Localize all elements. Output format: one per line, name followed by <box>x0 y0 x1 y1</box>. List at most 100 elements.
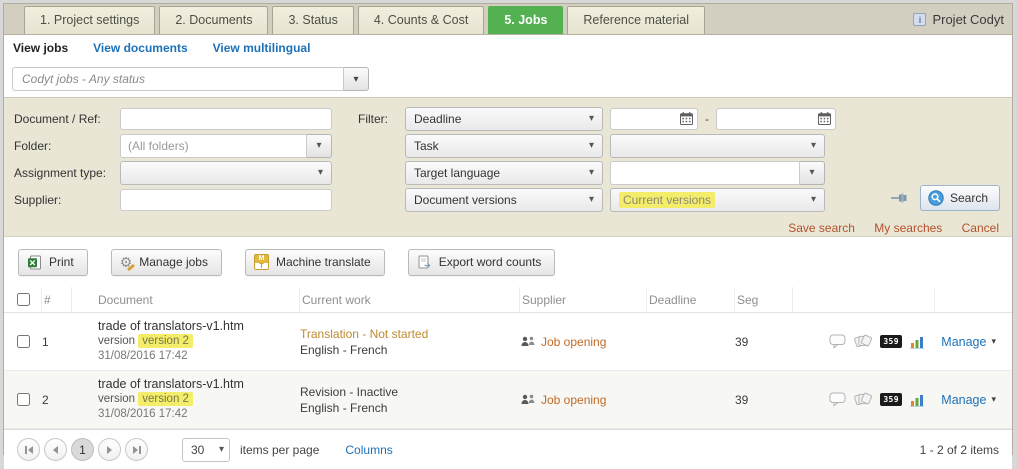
chevron-down-icon: ▾ <box>316 140 321 151</box>
comment-bubble-icon[interactable] <box>829 334 846 349</box>
header-seg: Seg <box>735 287 793 312</box>
statistics-bar-chart-icon[interactable] <box>910 393 925 407</box>
folder-label: Folder: <box>14 139 120 153</box>
filter-type-select-document-versions[interactable]: Document versions ▾ <box>405 188 603 212</box>
calendar-icon[interactable] <box>680 112 693 125</box>
work-status: Revision - Inactive <box>300 384 520 400</box>
tab-project-settings[interactable]: 1. Project settings <box>24 6 155 34</box>
chevron-down-icon: ▾ <box>219 444 224 455</box>
word-count-badge[interactable]: 359 <box>880 393 902 406</box>
print-button[interactable]: Print <box>18 249 88 276</box>
statistics-bar-chart-icon[interactable] <box>910 335 925 349</box>
filter-row-1: Document / Ref: Filter: Deadline ▾ <box>14 105 1002 132</box>
search-button-label: Search <box>950 191 988 205</box>
last-page-icon <box>133 446 138 454</box>
chevron-down-icon: ▾ <box>991 336 996 347</box>
job-opening-link[interactable]: Job opening <box>541 335 606 349</box>
chevron-down-icon: ▾ <box>805 140 816 151</box>
document-versions-value-select[interactable]: Current versions ▾ <box>610 188 825 212</box>
chevron-down-icon: ▾ <box>809 167 814 178</box>
job-opening-people-icon <box>520 393 536 407</box>
assignment-type-label: Assignment type: <box>14 166 120 180</box>
jobs-subnav: View jobs View documents View multilingu… <box>4 35 1012 61</box>
supplier-input[interactable] <box>120 189 332 211</box>
subnav-view-documents[interactable]: View documents <box>93 41 187 55</box>
row-checkbox[interactable] <box>17 393 30 406</box>
chevron-down-icon: ▾ <box>583 167 594 178</box>
search-button[interactable]: Search <box>920 185 1000 211</box>
manage-jobs-button[interactable]: ⚙ Manage jobs <box>111 249 222 276</box>
filter-type-select-target-language[interactable]: Target language ▾ <box>405 161 603 185</box>
assignment-type-select[interactable]: ▾ <box>120 161 332 185</box>
chevron-down-icon: ▾ <box>312 167 323 178</box>
document-cell: trade of translators-v1.htm version vers… <box>72 371 300 428</box>
document-cell: trade of translators-v1.htm version vers… <box>72 313 300 370</box>
filter-row-4: Supplier: Document versions ▾ Current ve… <box>14 186 1002 213</box>
next-page-button[interactable] <box>98 438 121 461</box>
filter-label: Filter: <box>358 112 405 126</box>
fanned-sheets-icon[interactable] <box>854 334 872 349</box>
tab-documents[interactable]: 2. Documents <box>159 6 268 34</box>
columns-link[interactable]: Columns <box>345 443 392 457</box>
mt-icon-top-letter: M <box>255 255 268 263</box>
filter-type-select-task[interactable]: Task ▾ <box>405 134 603 158</box>
deadline-from-input[interactable] <box>610 108 698 130</box>
row-checkbox[interactable] <box>17 335 30 348</box>
last-page-button[interactable] <box>125 438 148 461</box>
info-icon[interactable]: i <box>913 13 926 26</box>
task-value-select[interactable]: ▾ <box>610 134 825 158</box>
items-range-label: 1 - 2 of 2 items <box>920 443 999 457</box>
header-supplier: Supplier <box>520 287 647 312</box>
supplier-cell: Job opening <box>520 335 647 349</box>
first-page-icon <box>25 446 27 454</box>
header-deadline: Deadline <box>647 287 735 312</box>
comment-bubble-icon[interactable] <box>829 392 846 407</box>
export-word-counts-button-label: Export word counts <box>439 255 542 269</box>
document-name: trade of translators-v1.htm <box>98 319 300 334</box>
manage-link[interactable]: Manage <box>941 335 986 349</box>
current-work-cell: Translation - Not started English - Fren… <box>300 326 520 358</box>
target-language-dropdown-button[interactable]: ▾ <box>800 161 825 185</box>
manage-link[interactable]: Manage <box>941 393 986 407</box>
machine-translate-icon: M T <box>254 254 269 270</box>
seg-cell: 39 <box>735 393 793 407</box>
filter-type-select-deadline[interactable]: Deadline ▾ <box>405 107 603 131</box>
saved-search-input[interactable] <box>12 67 344 91</box>
manage-jobs-button-label: Manage jobs <box>139 255 208 269</box>
tab-counts-cost[interactable]: 4. Counts & Cost <box>358 6 485 34</box>
page-size-select[interactable]: 30 ▾ <box>182 438 230 462</box>
cancel-link[interactable]: Cancel <box>962 221 999 235</box>
pin-icon[interactable] <box>890 191 908 205</box>
select-all-checkbox[interactable] <box>17 293 30 306</box>
machine-translate-button[interactable]: M T Machine translate <box>245 249 385 276</box>
previous-page-button[interactable] <box>44 438 67 461</box>
export-word-counts-button[interactable]: Export word counts <box>408 249 556 276</box>
target-language-input[interactable] <box>610 161 800 185</box>
saved-search-dropdown-button[interactable]: ▾ <box>344 67 369 91</box>
folder-input[interactable]: (All folders) <box>120 134 307 158</box>
machine-translate-button-label: Machine translate <box>276 255 371 269</box>
chevron-down-icon: ▾ <box>583 140 594 151</box>
filter-row-3: Assignment type: ▾ Target language ▾ ▾ <box>14 159 1002 186</box>
project-zone: i Projet Codyt <box>913 12 1004 34</box>
job-opening-people-icon <box>520 335 536 349</box>
jobs-toolbar: Print ⚙ Manage jobs M T Machine translat… <box>4 237 1012 287</box>
save-search-link[interactable]: Save search <box>788 221 855 235</box>
tab-status[interactable]: 3. Status <box>272 6 353 34</box>
folder-dropdown-button[interactable]: ▾ <box>307 134 332 158</box>
job-opening-link[interactable]: Job opening <box>541 393 606 407</box>
page-button-1[interactable]: 1 <box>71 438 94 461</box>
fanned-sheets-icon[interactable] <box>854 392 872 407</box>
my-searches-link[interactable]: My searches <box>874 221 942 235</box>
deadline-to-input[interactable] <box>716 108 836 130</box>
next-page-icon <box>107 446 112 454</box>
calendar-icon[interactable] <box>818 112 831 125</box>
first-page-button[interactable] <box>17 438 40 461</box>
tab-jobs[interactable]: 5. Jobs <box>488 6 563 34</box>
word-count-badge[interactable]: 359 <box>880 335 902 348</box>
document-ref-input[interactable] <box>120 108 332 130</box>
subnav-view-multilingual[interactable]: View multilingual <box>213 41 311 55</box>
subnav-view-jobs[interactable]: View jobs <box>13 41 68 55</box>
search-zone: Search <box>890 185 1000 211</box>
tab-reference-material[interactable]: Reference material <box>567 6 705 34</box>
